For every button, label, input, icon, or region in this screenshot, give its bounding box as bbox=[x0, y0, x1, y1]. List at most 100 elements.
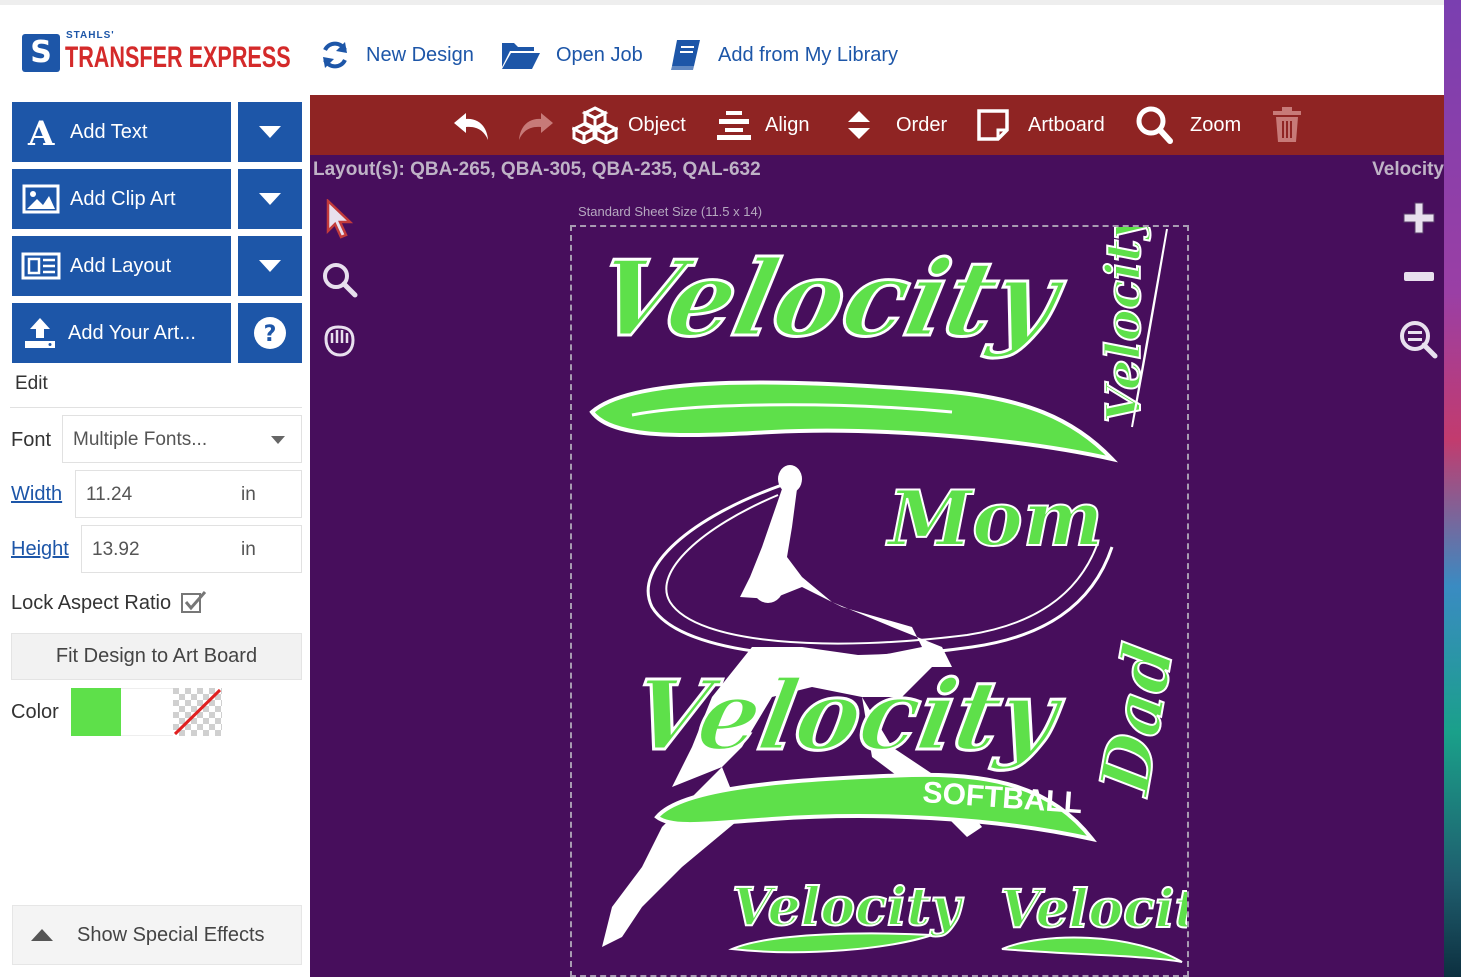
open-job-button[interactable]: Open Job bbox=[500, 35, 643, 75]
trash-icon bbox=[1273, 107, 1301, 142]
add-clip-art-label: Add Clip Art bbox=[70, 187, 176, 210]
height-field[interactable]: 13.92 in bbox=[81, 525, 302, 573]
lock-aspect-label: Lock Aspect Ratio bbox=[11, 592, 172, 614]
sheet-size-label: Standard Sheet Size (11.5 x 14) bbox=[578, 204, 763, 219]
zoom-label: Zoom bbox=[1190, 113, 1242, 136]
zoom-in-icon[interactable] bbox=[1402, 201, 1436, 235]
canvas-toolbar: Object Align Order Artboard Zoom bbox=[310, 95, 1444, 155]
show-special-effects-label: Show Special Effects bbox=[77, 923, 265, 946]
zoom-tool-icon[interactable] bbox=[320, 260, 360, 300]
add-your-art-button[interactable]: Add Your Art... bbox=[12, 303, 231, 363]
align-menu[interactable]: Align bbox=[715, 105, 809, 145]
chevron-up-icon bbox=[31, 929, 53, 941]
design-text-velocity-bottom-right: Velocity bbox=[1000, 879, 1187, 940]
add-clip-art-button[interactable]: Add Clip Art bbox=[12, 169, 231, 229]
add-text-label: Add Text bbox=[70, 120, 148, 143]
add-clip-art-dropdown[interactable] bbox=[238, 169, 302, 229]
add-layout-button[interactable]: Add Layout bbox=[12, 236, 231, 296]
redo-button[interactable] bbox=[515, 105, 565, 145]
chevron-down-icon bbox=[259, 126, 281, 138]
add-text-dropdown[interactable] bbox=[238, 102, 302, 162]
refresh-icon bbox=[323, 41, 347, 69]
svg-text:Dad: Dad bbox=[1085, 638, 1187, 802]
add-from-library-button[interactable]: Add from My Library bbox=[668, 35, 898, 75]
logo-mark: S bbox=[22, 34, 60, 72]
add-from-library-label: Add from My Library bbox=[718, 43, 899, 66]
open-job-label: Open Job bbox=[556, 43, 643, 66]
pan-hand-icon[interactable] bbox=[320, 321, 360, 361]
height-link[interactable]: Height bbox=[11, 538, 69, 561]
align-icon bbox=[717, 111, 751, 140]
cubes-icon bbox=[572, 106, 618, 144]
sort-icon bbox=[848, 111, 870, 139]
background-window-edge bbox=[1444, 0, 1461, 977]
layout-icon bbox=[12, 252, 70, 280]
edit-section-title: Edit bbox=[15, 373, 48, 394]
design-text-velocity-middle: Velocity bbox=[624, 659, 1072, 772]
zoom-fit-icon[interactable] bbox=[1398, 319, 1438, 359]
object-menu[interactable]: Object bbox=[572, 105, 686, 145]
logo[interactable]: S STAHLS' TRANSFER EXPRESS bbox=[22, 30, 291, 78]
width-unit: in bbox=[241, 484, 256, 505]
design-text-dad: Dad bbox=[1084, 637, 1187, 803]
object-label: Object bbox=[628, 113, 686, 136]
color-swatch-spacer bbox=[121, 688, 173, 736]
show-special-effects-button[interactable]: Show Special Effects bbox=[12, 905, 302, 965]
fit-design-label: Fit Design to Art Board bbox=[55, 645, 258, 667]
add-layout-dropdown[interactable] bbox=[238, 236, 302, 296]
text-icon: A bbox=[12, 114, 70, 150]
design-canvas-area: Object Align Order Artboard Zoom Layout(… bbox=[310, 95, 1444, 977]
color-swatch[interactable] bbox=[71, 688, 121, 736]
add-layout-label: Add Layout bbox=[70, 254, 172, 277]
design-text-velocity-bottom-left: Velocity bbox=[732, 877, 965, 938]
book-icon bbox=[671, 40, 700, 70]
zoom-icon bbox=[1136, 106, 1173, 144]
order-label: Order bbox=[896, 113, 948, 136]
width-value: 11.24 bbox=[86, 484, 133, 505]
image-icon bbox=[12, 184, 70, 214]
zoom-out-icon[interactable] bbox=[1402, 269, 1436, 285]
artboard-menu[interactable]: Artboard bbox=[976, 105, 1105, 145]
width-field[interactable]: 11.24 in bbox=[75, 470, 302, 518]
new-design-button[interactable]: New Design bbox=[318, 35, 474, 75]
logo-brand-big: TRANSFER EXPRESS bbox=[65, 41, 291, 74]
chevron-down-icon bbox=[271, 436, 285, 444]
divider bbox=[10, 407, 302, 408]
font-select[interactable]: Multiple Fonts... bbox=[62, 415, 302, 463]
svg-text:Velocity: Velocity bbox=[1096, 227, 1152, 423]
design-text-velocity-top: Velocity bbox=[586, 237, 1076, 360]
fit-design-button[interactable]: Fit Design to Art Board bbox=[11, 633, 302, 680]
add-your-art-label: Add Your Art... bbox=[68, 321, 196, 344]
design-name: Velocity bbox=[1372, 159, 1444, 180]
chevron-down-icon bbox=[259, 193, 281, 205]
logo-brand-small: STAHLS' bbox=[66, 30, 115, 41]
zoom-menu[interactable]: Zoom bbox=[1136, 105, 1241, 145]
layouts-info: Layout(s): QBA-265, QBA-305, QBA-235, QA… bbox=[313, 159, 761, 180]
add-text-button[interactable]: A Add Text bbox=[12, 102, 231, 162]
design-text-mom: Mom bbox=[885, 474, 1103, 563]
font-select-value: Multiple Fonts... bbox=[73, 429, 208, 450]
design-text-velocity-vertical: Velocity bbox=[1095, 227, 1153, 424]
artboard-label: Artboard bbox=[1028, 113, 1105, 136]
color-label: Color bbox=[11, 701, 59, 723]
artboard[interactable]: Velocity Velocity Mom Velocity SOFTBALL … bbox=[570, 225, 1189, 977]
new-design-label: New Design bbox=[366, 43, 474, 66]
lock-aspect-checkbox[interactable] bbox=[180, 589, 208, 615]
help-icon: ? bbox=[254, 317, 286, 349]
order-menu[interactable]: Order bbox=[846, 105, 947, 145]
height-unit: in bbox=[241, 539, 256, 560]
upload-icon bbox=[12, 316, 68, 350]
undo-button[interactable] bbox=[452, 105, 502, 145]
width-link[interactable]: Width bbox=[11, 483, 62, 506]
artboard-icon bbox=[977, 109, 1009, 141]
top-bar: S STAHLS' TRANSFER EXPRESS New Design Op… bbox=[0, 0, 1444, 95]
design-swoosh-bottom-right bbox=[1001, 936, 1183, 963]
font-label: Font bbox=[11, 429, 52, 451]
design-artwork[interactable]: Velocity Velocity Mom Velocity SOFTBALL … bbox=[572, 227, 1187, 975]
redo-icon bbox=[519, 113, 553, 140]
help-button[interactable]: ? bbox=[238, 303, 302, 363]
folder-open-icon bbox=[502, 43, 540, 69]
delete-button[interactable] bbox=[1272, 105, 1312, 145]
select-pointer-icon[interactable] bbox=[324, 199, 356, 239]
no-color-icon[interactable] bbox=[173, 688, 222, 736]
